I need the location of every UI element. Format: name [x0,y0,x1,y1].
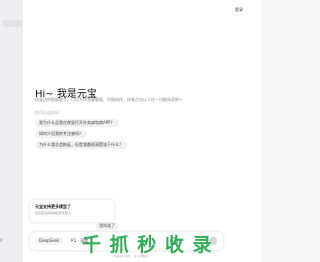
watermark-logo: 千 抓 秒 收 录 [82,234,213,256]
suggestion-item[interactable]: 我为什么总是在夜里打开外卖或电商APP？ [35,119,119,127]
notice-title: 元宝支持更多模型了 [35,204,71,209]
suggestions-heading: 你可以这样问 [35,110,59,115]
notice-popover: 元宝支持更多模型了 在模型选择里体验更多能力 [30,200,114,222]
sidebar-new-chat-button[interactable] [2,20,23,27]
model-selector[interactable]: DeepSeek [36,237,63,245]
login-button[interactable]: 登录 [233,6,245,14]
notice-dismiss-button[interactable]: 我知道了 [96,222,118,230]
suggestion-item[interactable]: 如何介绍我的专注感吗？ [35,130,87,138]
sidebar: 0 [0,0,23,262]
sidebar-marker: 0 [0,238,3,243]
notice-text: 在模型选择里体验更多能力 [35,211,72,215]
welcome-intro: 你身边的智能助手，可以为你答疑解惑、尽情创作，快来点击以下任一功能体验吧~ [35,97,183,102]
suggestion-item[interactable]: 为什么我总会拖延，但是我都很清楚该干什么？ [35,141,127,149]
